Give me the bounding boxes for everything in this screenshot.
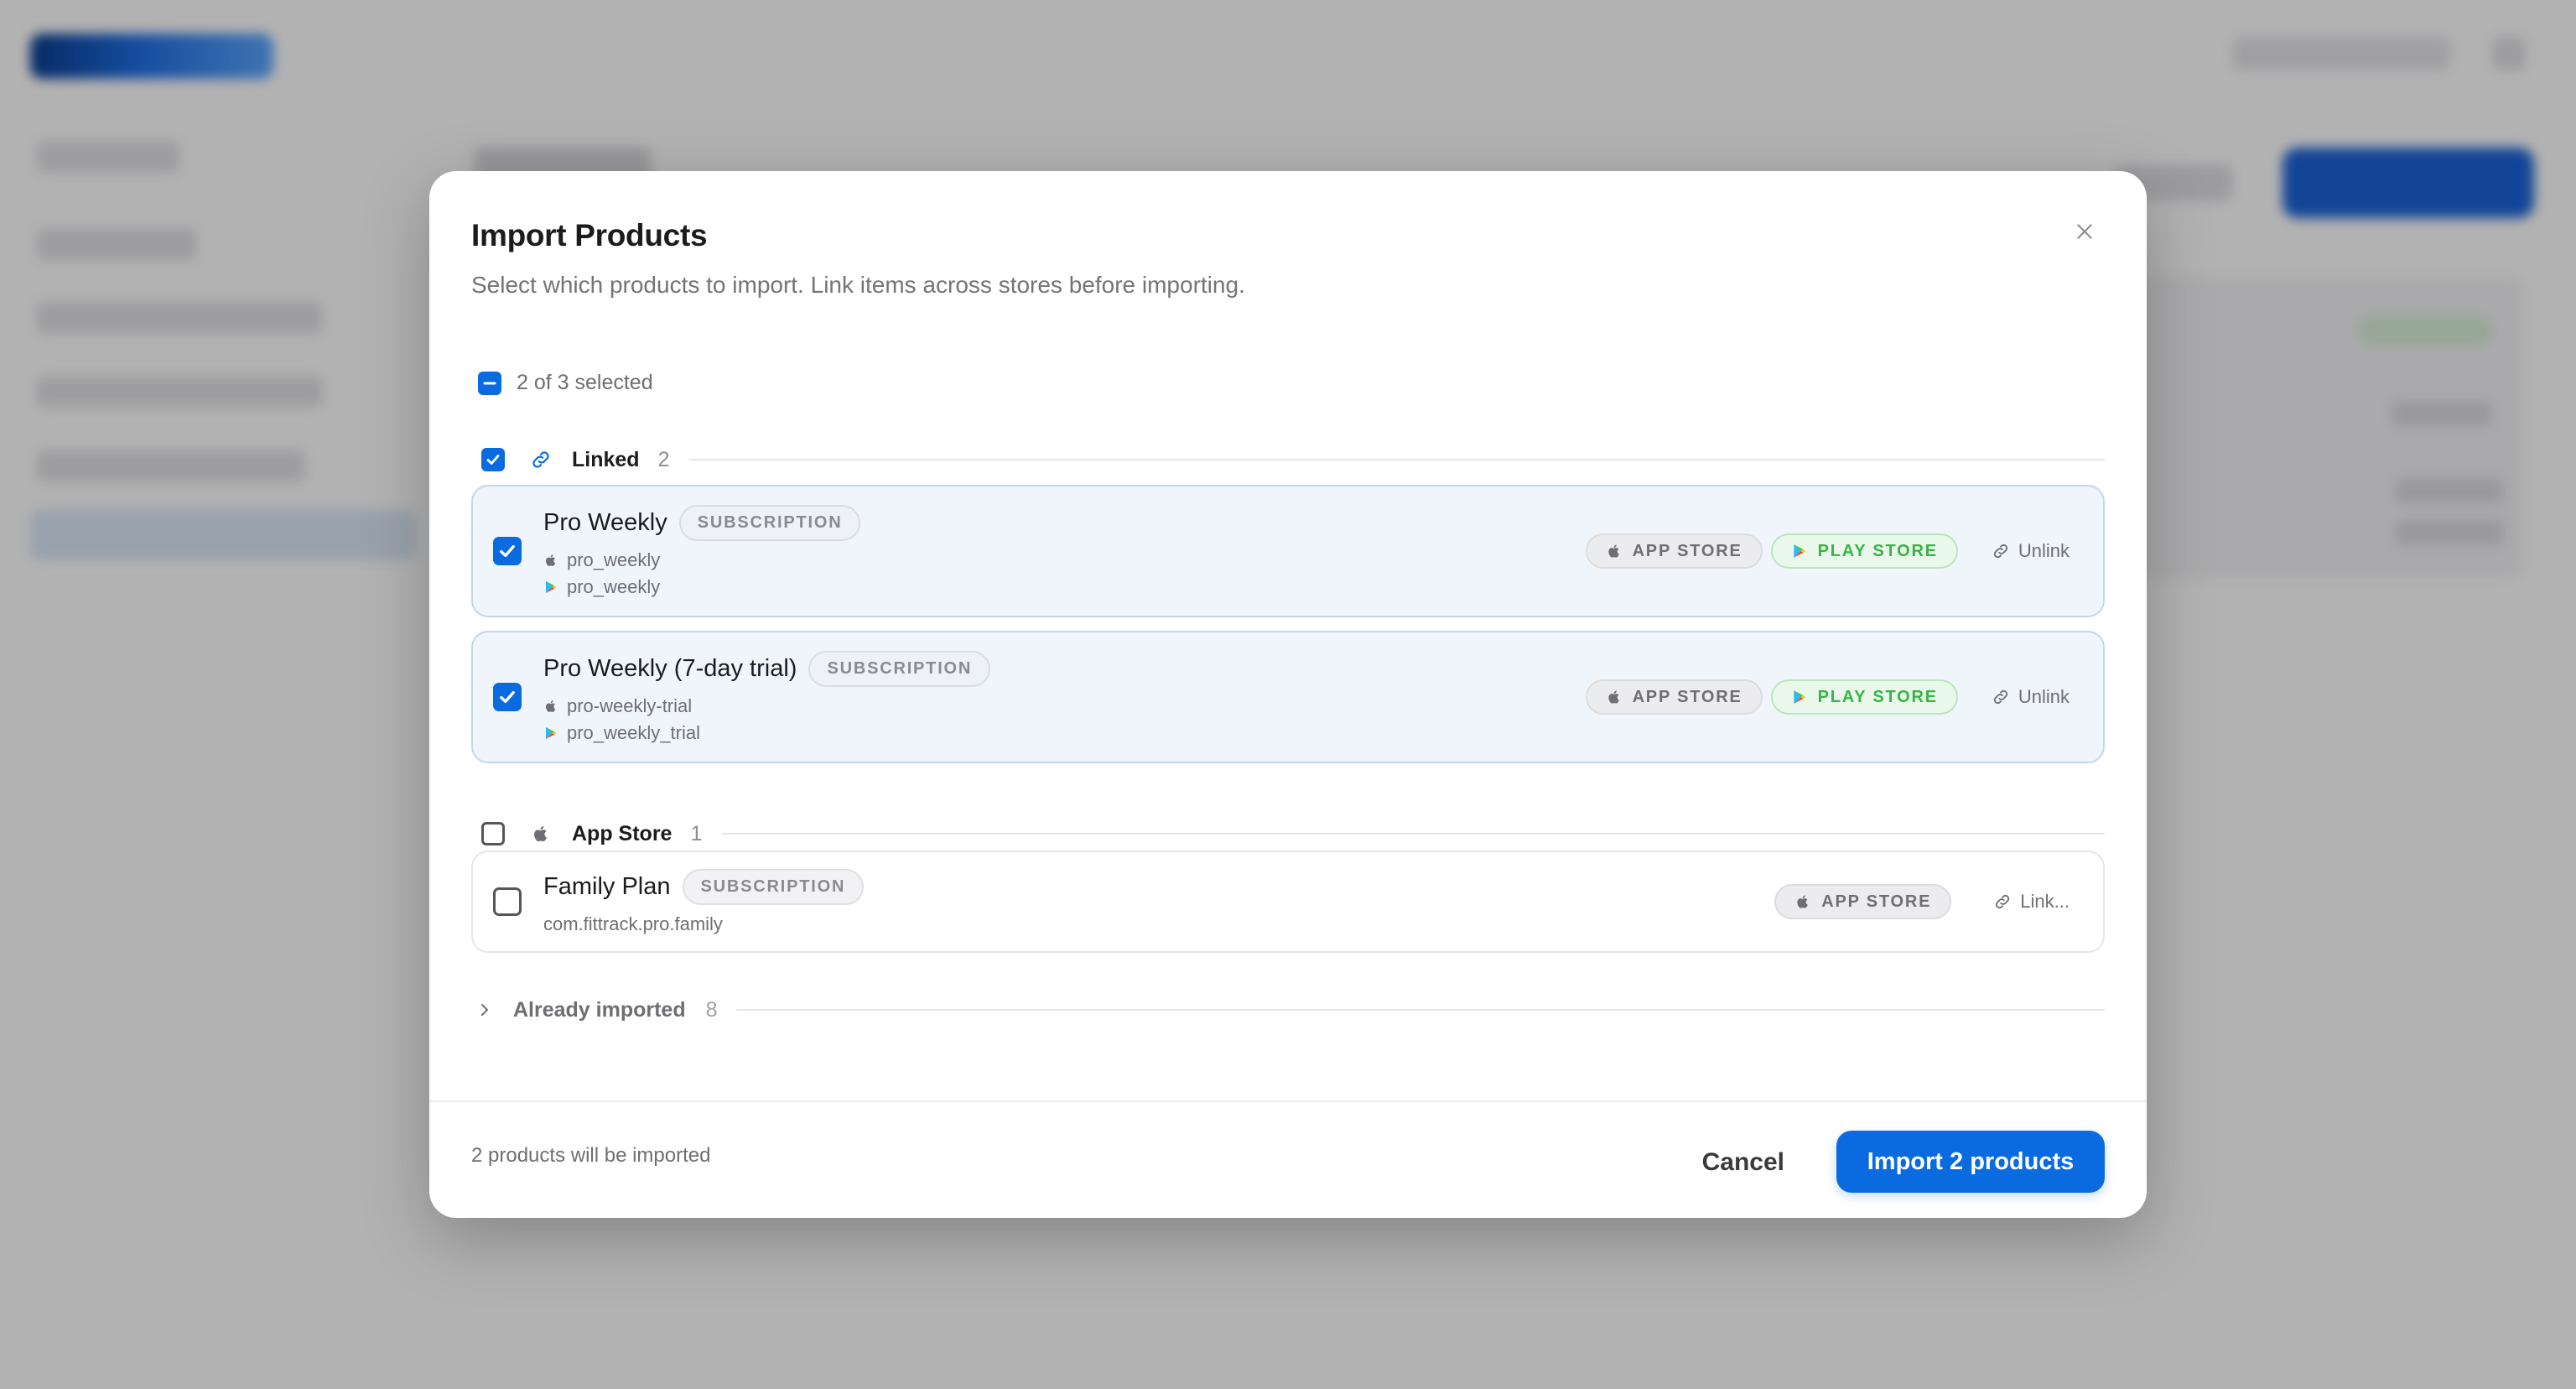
product-details: Pro Weekly SUBSCRIPTION pro_weekly pro_w… bbox=[543, 504, 861, 598]
unlink-label: Unlink bbox=[2018, 540, 2070, 561]
play-store-badge-label: PLAY STORE bbox=[1817, 687, 1938, 706]
link-button[interactable]: Link... bbox=[1993, 891, 2070, 913]
app-store-badge-label: APP STORE bbox=[1632, 687, 1742, 706]
product-row-family-plan[interactable]: Family Plan SUBSCRIPTION com.fittrack.pr… bbox=[471, 851, 2105, 953]
already-imported-toggle[interactable]: Already imported 8 bbox=[476, 993, 2105, 1027]
unlink-button[interactable]: Unlink bbox=[1992, 540, 2070, 562]
dialog-title: Import Products bbox=[471, 218, 708, 252]
play-store-badge: PLAY STORE bbox=[1770, 533, 1958, 569]
product-details: Family Plan SUBSCRIPTION com.fittrack.pr… bbox=[543, 868, 865, 935]
check-icon bbox=[500, 690, 515, 704]
product-row-pro-weekly[interactable]: Pro Weekly SUBSCRIPTION pro_weekly pro_w… bbox=[471, 485, 2105, 617]
product-checkbox[interactable] bbox=[493, 537, 522, 565]
play-store-product-id: pro_weekly_trial bbox=[567, 721, 700, 743]
bundle-id: com.fittrack.pro.family bbox=[543, 913, 723, 934]
product-name: Family Plan bbox=[543, 872, 671, 900]
group-app-store-count: 1 bbox=[690, 821, 703, 845]
selection-summary: 2 of 3 selected bbox=[517, 371, 653, 394]
play-store-badge-label: PLAY STORE bbox=[1817, 541, 1938, 560]
divider bbox=[722, 833, 2105, 835]
group-header-linked: Linked 2 bbox=[471, 443, 2105, 476]
apple-icon bbox=[1607, 544, 1619, 558]
play-store-id-row: pro_weekly_trial bbox=[543, 722, 990, 744]
group-linked-count: 2 bbox=[657, 447, 670, 471]
app-store-id-row: pro-weekly-trial bbox=[543, 695, 990, 717]
group-linked-label: Linked bbox=[572, 447, 640, 471]
product-name: Pro Weekly bbox=[543, 508, 667, 536]
play-store-icon bbox=[546, 580, 557, 593]
product-details: Pro Weekly (7-day trial) SUBSCRIPTION pr… bbox=[543, 650, 991, 744]
unlink-label: Unlink bbox=[2018, 686, 2070, 707]
group-app-store-label: App Store bbox=[572, 821, 673, 845]
product-row-pro-weekly-trial[interactable]: Pro Weekly (7-day trial) SUBSCRIPTION pr… bbox=[471, 631, 2105, 763]
product-type-badge: SUBSCRIPTION bbox=[682, 868, 865, 905]
cancel-button[interactable]: Cancel bbox=[1694, 1132, 1793, 1193]
import-button[interactable]: Import 2 products bbox=[1836, 1131, 2105, 1193]
app-store-badge: APP STORE bbox=[1774, 884, 1952, 919]
product-name: Pro Weekly (7-day trial) bbox=[543, 654, 797, 682]
import-summary: 2 products will be imported bbox=[471, 1144, 711, 1167]
link-label: Link... bbox=[2020, 891, 2070, 912]
divider bbox=[689, 459, 2105, 460]
link-icon bbox=[1996, 894, 2010, 909]
select-all-checkbox[interactable] bbox=[478, 371, 501, 395]
app-store-badge: APP STORE bbox=[1585, 679, 1763, 715]
apple-icon bbox=[528, 821, 553, 846]
bundle-id-row: com.fittrack.pro.family bbox=[543, 913, 864, 935]
app-store-badge-label: APP STORE bbox=[1632, 541, 1742, 560]
dialog-subtitle: Select which products to import. Link it… bbox=[471, 272, 1245, 298]
apple-icon bbox=[546, 700, 556, 712]
link-icon bbox=[1993, 689, 2007, 705]
apple-icon bbox=[1607, 690, 1619, 704]
play-store-badge: PLAY STORE bbox=[1770, 679, 1958, 715]
dialog-footer: 2 products will be imported Cancel Impor… bbox=[429, 1100, 2147, 1218]
check-icon bbox=[486, 455, 500, 465]
group-app-store-checkbox[interactable] bbox=[481, 822, 505, 845]
product-type-badge: SUBSCRIPTION bbox=[678, 504, 861, 541]
select-all-row: 2 of 3 selected bbox=[478, 371, 653, 395]
play-store-icon bbox=[1793, 690, 1806, 704]
app-store-product-id: pro-weekly-trial bbox=[567, 694, 693, 716]
play-store-id-row: pro_weekly bbox=[543, 576, 860, 598]
group-linked-checkbox[interactable] bbox=[481, 448, 505, 471]
already-imported-label: Already imported bbox=[513, 997, 686, 1022]
group-header-app-store: App Store 1 bbox=[471, 817, 2105, 851]
import-products-dialog: Import Products Select which products to… bbox=[429, 171, 2147, 1218]
unlink-button[interactable]: Unlink bbox=[1992, 686, 2070, 708]
check-icon bbox=[500, 544, 515, 558]
app-store-badge: APP STORE bbox=[1585, 533, 1763, 569]
product-checkbox[interactable] bbox=[493, 887, 522, 916]
apple-icon bbox=[1797, 895, 1809, 908]
product-actions: APP STORE PLAY STORE Unlink bbox=[1585, 679, 2070, 715]
product-actions: APP STORE Link... bbox=[1774, 884, 2070, 919]
link-icon bbox=[1993, 544, 2007, 559]
play-store-icon bbox=[1793, 544, 1806, 558]
product-checkbox[interactable] bbox=[493, 683, 522, 711]
apple-icon bbox=[546, 554, 556, 566]
app-store-id-row: pro_weekly bbox=[543, 549, 860, 571]
play-store-product-id: pro_weekly bbox=[567, 575, 661, 597]
divider bbox=[735, 1009, 2105, 1011]
already-imported-count: 8 bbox=[705, 997, 718, 1022]
chevron-right-icon bbox=[481, 1004, 488, 1016]
play-store-icon bbox=[546, 726, 557, 739]
app-store-product-id: pro_weekly bbox=[567, 549, 661, 570]
link-icon bbox=[528, 447, 553, 472]
product-actions: APP STORE PLAY STORE Unlink bbox=[1585, 533, 2070, 569]
app-store-badge-label: APP STORE bbox=[1821, 892, 1932, 911]
close-button[interactable] bbox=[2066, 213, 2103, 250]
close-icon bbox=[2077, 224, 2092, 239]
product-type-badge: SUBSCRIPTION bbox=[808, 650, 991, 687]
minus-icon bbox=[483, 382, 496, 384]
